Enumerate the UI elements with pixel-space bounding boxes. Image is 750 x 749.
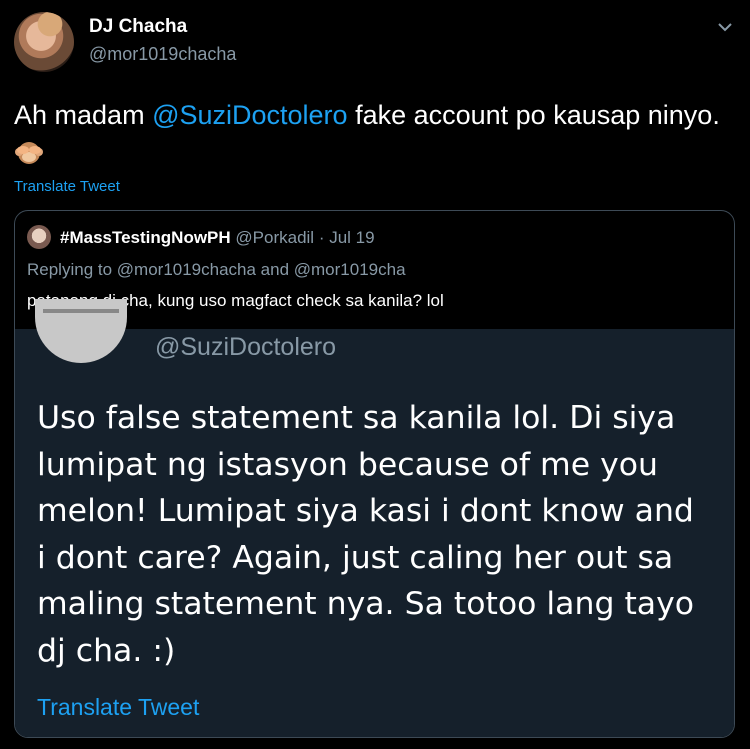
author-handle[interactable]: @mor1019chacha <box>89 44 236 65</box>
quoted-author-name[interactable]: #MassTestingNowPH <box>60 228 231 247</box>
reply-mention-2[interactable]: @mor1019cha <box>294 260 406 279</box>
screenshot-translate-link: Translate Tweet <box>37 694 200 720</box>
tweet-text-before: Ah madam <box>14 100 153 130</box>
screenshot-line: maling statement nya. Sa totoo lang tayo <box>37 586 695 622</box>
author-name[interactable]: DJ Chacha <box>89 16 187 38</box>
screenshot-line: dj cha. :) <box>37 632 176 669</box>
screenshot-text: Uso false statement sa kanila lol. Di si… <box>37 395 727 674</box>
screenshot-line: melon! Lumipat siya kasi i dont know and <box>37 493 694 529</box>
screenshot-line: i dont care? Again, just caling her out … <box>37 539 674 576</box>
screenshot-handle: @SuziDoctolero <box>155 333 337 361</box>
see-no-evil-monkey-icon <box>15 142 43 164</box>
translate-tweet-link[interactable]: Translate Tweet <box>14 178 120 195</box>
avatar[interactable] <box>14 12 74 72</box>
screenshot-line: lumipat ng istasyon because of me you <box>37 446 659 483</box>
quoted-date: · Jul 19 <box>314 228 375 247</box>
quoted-author-handle[interactable]: @Porkadil <box>235 228 314 247</box>
replying-and: and <box>255 260 294 279</box>
replying-prefix: Replying to <box>27 260 117 279</box>
tweet-text: Ah madam @SuziDoctolero fake account po … <box>14 96 734 172</box>
replying-to: Replying to @mor1019chacha and @mor1019c… <box>27 260 406 280</box>
quoted-author: #MassTestingNowPH @Porkadil · Jul 19 <box>60 228 375 248</box>
tweet-header: DJ Chacha @mor1019chacha <box>0 0 750 90</box>
chevron-down-icon[interactable] <box>716 18 734 36</box>
reply-mention-1[interactable]: @mor1019chacha <box>117 260 256 279</box>
attached-screenshot[interactable]: @SuziDoctolero Uso false statement sa ka… <box>15 299 734 737</box>
mention-link[interactable]: @SuziDoctolero <box>152 100 348 130</box>
tweet-text-after: fake account po kausap ninyo. <box>347 100 720 130</box>
screenshot-line: Uso false statement sa kanila lol. Di si… <box>37 400 676 436</box>
quoted-avatar[interactable] <box>27 225 51 249</box>
quoted-tweet[interactable]: #MassTestingNowPH @Porkadil · Jul 19 Rep… <box>14 210 735 738</box>
screenshot-avatar <box>35 299 127 363</box>
